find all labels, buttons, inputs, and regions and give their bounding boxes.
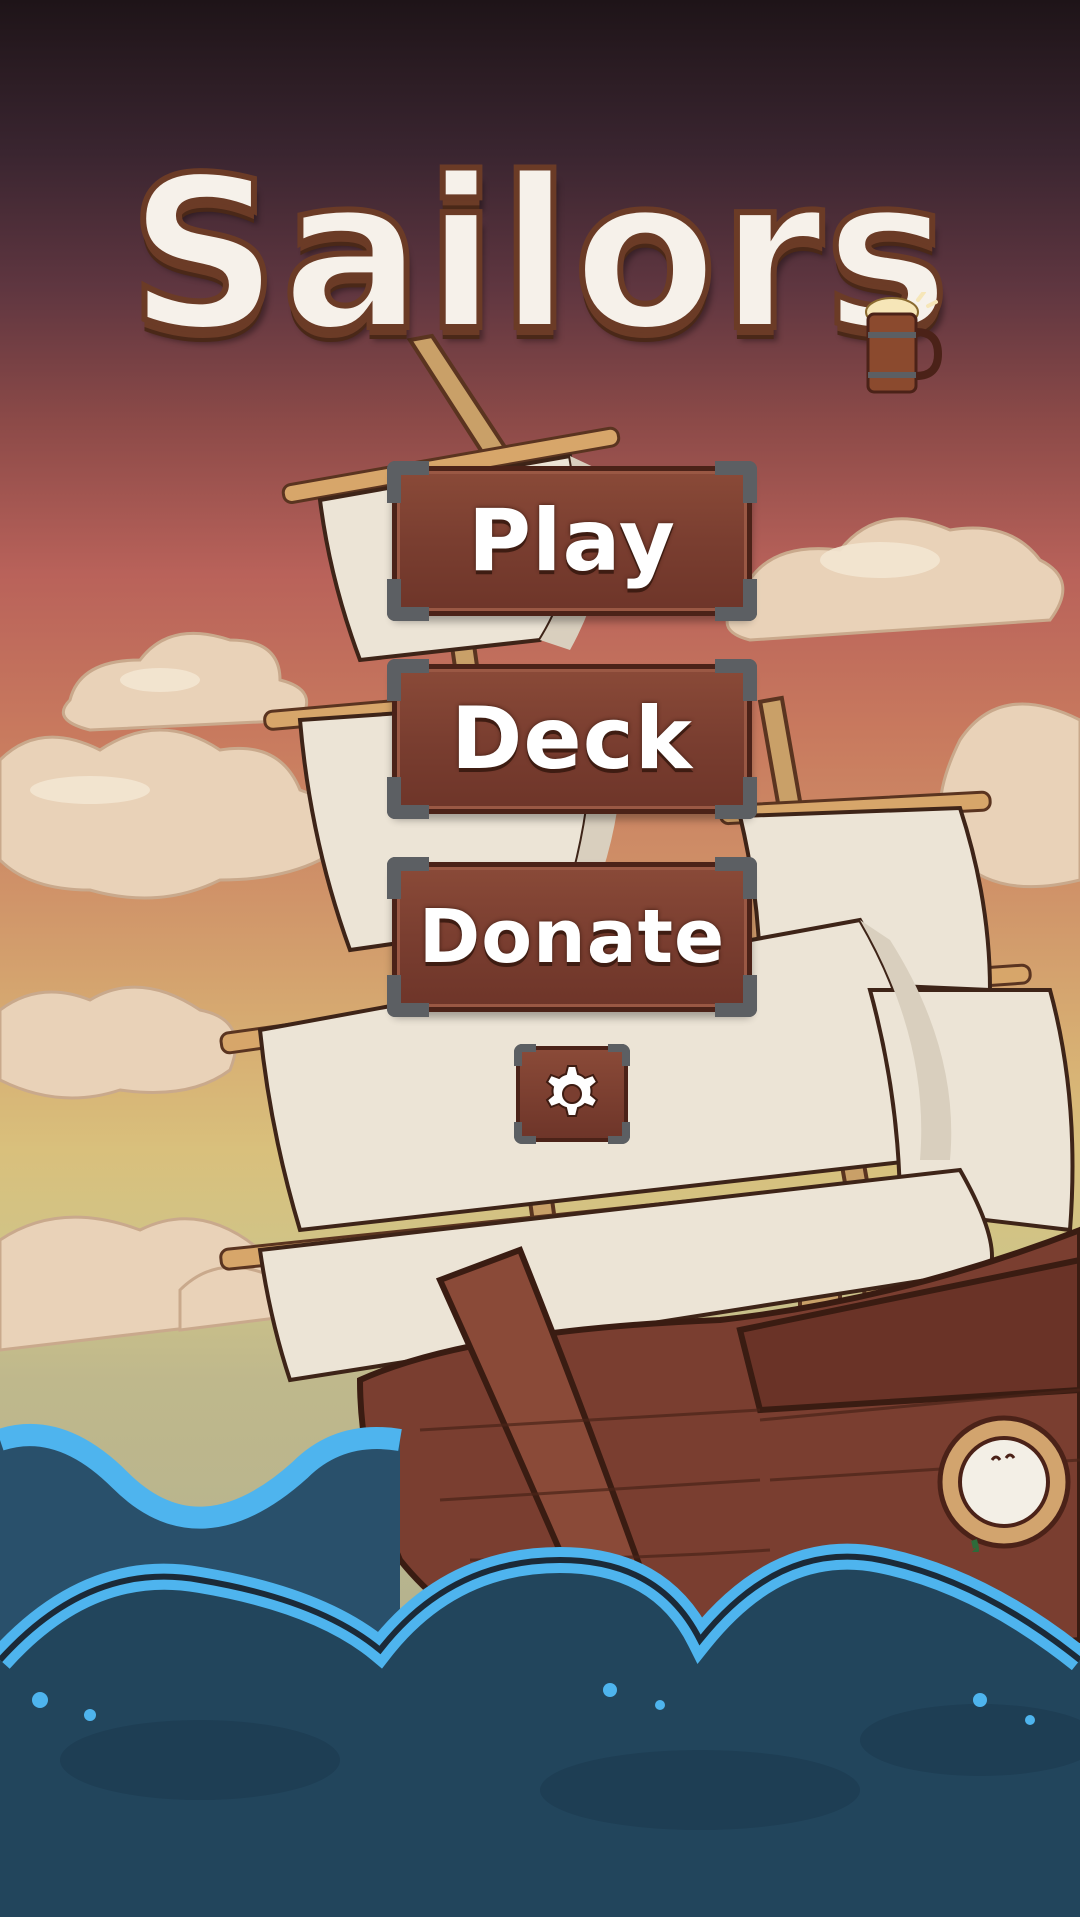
corner-bracket bbox=[715, 461, 757, 503]
corner-bracket bbox=[608, 1122, 630, 1144]
gear-icon bbox=[545, 1065, 599, 1117]
corner-bracket bbox=[715, 777, 757, 819]
deck-button-label: Deck bbox=[451, 689, 693, 789]
play-button[interactable]: Play bbox=[387, 461, 757, 621]
corner-bracket bbox=[387, 461, 429, 503]
porthole-icon bbox=[937, 1415, 1071, 1552]
corner-bracket bbox=[514, 1122, 536, 1144]
corner-bracket bbox=[608, 1044, 630, 1066]
donate-button[interactable]: Donate bbox=[387, 857, 757, 1017]
main-menu-screen: Sailors Play Deck Donate bbox=[0, 0, 1080, 1917]
settings-button[interactable] bbox=[514, 1044, 630, 1144]
deck-button[interactable]: Deck bbox=[387, 659, 757, 819]
corner-bracket bbox=[715, 659, 757, 701]
corner-bracket bbox=[514, 1044, 536, 1066]
donate-button-label: Donate bbox=[418, 894, 726, 980]
beer-mug-icon bbox=[865, 292, 942, 394]
corner-bracket bbox=[387, 579, 429, 621]
corner-bracket bbox=[387, 857, 429, 899]
corner-bracket bbox=[715, 857, 757, 899]
corner-bracket bbox=[387, 659, 429, 701]
corner-bracket bbox=[387, 777, 429, 819]
corner-bracket bbox=[387, 975, 429, 1017]
corner-bracket bbox=[715, 975, 757, 1017]
corner-bracket bbox=[715, 579, 757, 621]
play-button-label: Play bbox=[468, 491, 676, 591]
